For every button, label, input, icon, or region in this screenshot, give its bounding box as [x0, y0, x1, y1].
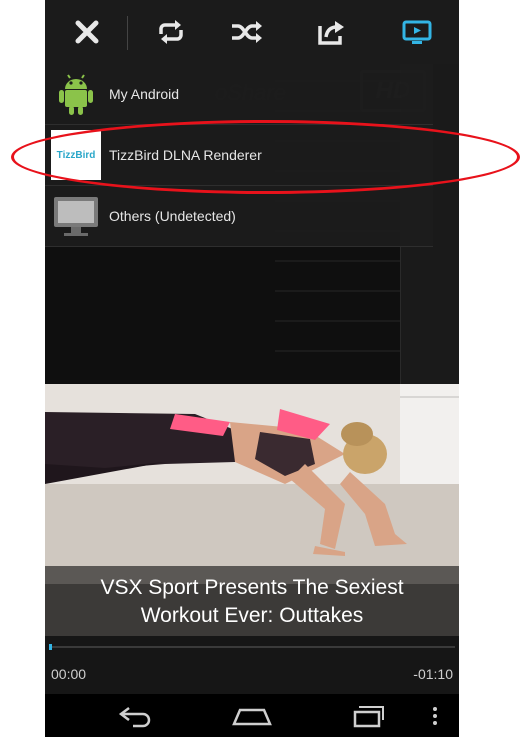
back-button[interactable]: [105, 700, 165, 732]
elapsed-time: 00:00: [51, 666, 87, 682]
video-title: VSX Sport Presents The Sexiest Workout E…: [57, 574, 447, 630]
share-button[interactable]: [310, 12, 354, 52]
repeat-button[interactable]: [149, 12, 193, 52]
remaining-time: -01:10: [413, 666, 453, 682]
overflow-menu-button[interactable]: [415, 700, 455, 732]
video-title-bar: VSX Sport Presents The Sexiest Workout E…: [45, 566, 459, 638]
recents-button[interactable]: [337, 700, 397, 732]
toolbar-divider: [127, 16, 128, 50]
workout-figure: [45, 409, 407, 556]
device-item-others[interactable]: Others (Undetected): [45, 186, 433, 247]
player-controls: 00:00 -01:10: [45, 636, 459, 694]
android-icon: [59, 74, 93, 115]
overflow-menu-icon: [433, 707, 437, 725]
home-icon: [232, 708, 272, 726]
close-button[interactable]: [65, 12, 109, 52]
back-icon: [118, 707, 151, 728]
video-title-line-2: Workout Ever: Outtakes: [140, 604, 364, 627]
repeat-icon: [159, 20, 183, 44]
highlight-ellipse: [11, 120, 520, 194]
cast-button[interactable]: [395, 12, 439, 52]
shuffle-icon: [232, 21, 262, 43]
video-frame[interactable]: [45, 384, 459, 584]
home-button[interactable]: [222, 700, 282, 732]
action-bar: [45, 0, 459, 64]
seek-bar[interactable]: [49, 646, 455, 648]
recents-icon: [353, 706, 384, 728]
cast-screen-icon: [402, 20, 432, 44]
close-icon: [75, 20, 99, 44]
shuffle-button[interactable]: [225, 12, 269, 52]
device-label: Others (Undetected): [109, 208, 236, 224]
device-item-my-android[interactable]: My Android: [45, 64, 433, 125]
device-label: My Android: [109, 86, 180, 102]
monitor-icon: [54, 197, 98, 236]
video-title-line-1: VSX Sport Presents The Sexiest: [100, 576, 404, 599]
phone-screen: oShare HD: [45, 0, 459, 737]
system-nav-bar: [45, 694, 459, 737]
share-icon: [318, 21, 344, 45]
seek-bar-thumb[interactable]: [49, 644, 52, 650]
